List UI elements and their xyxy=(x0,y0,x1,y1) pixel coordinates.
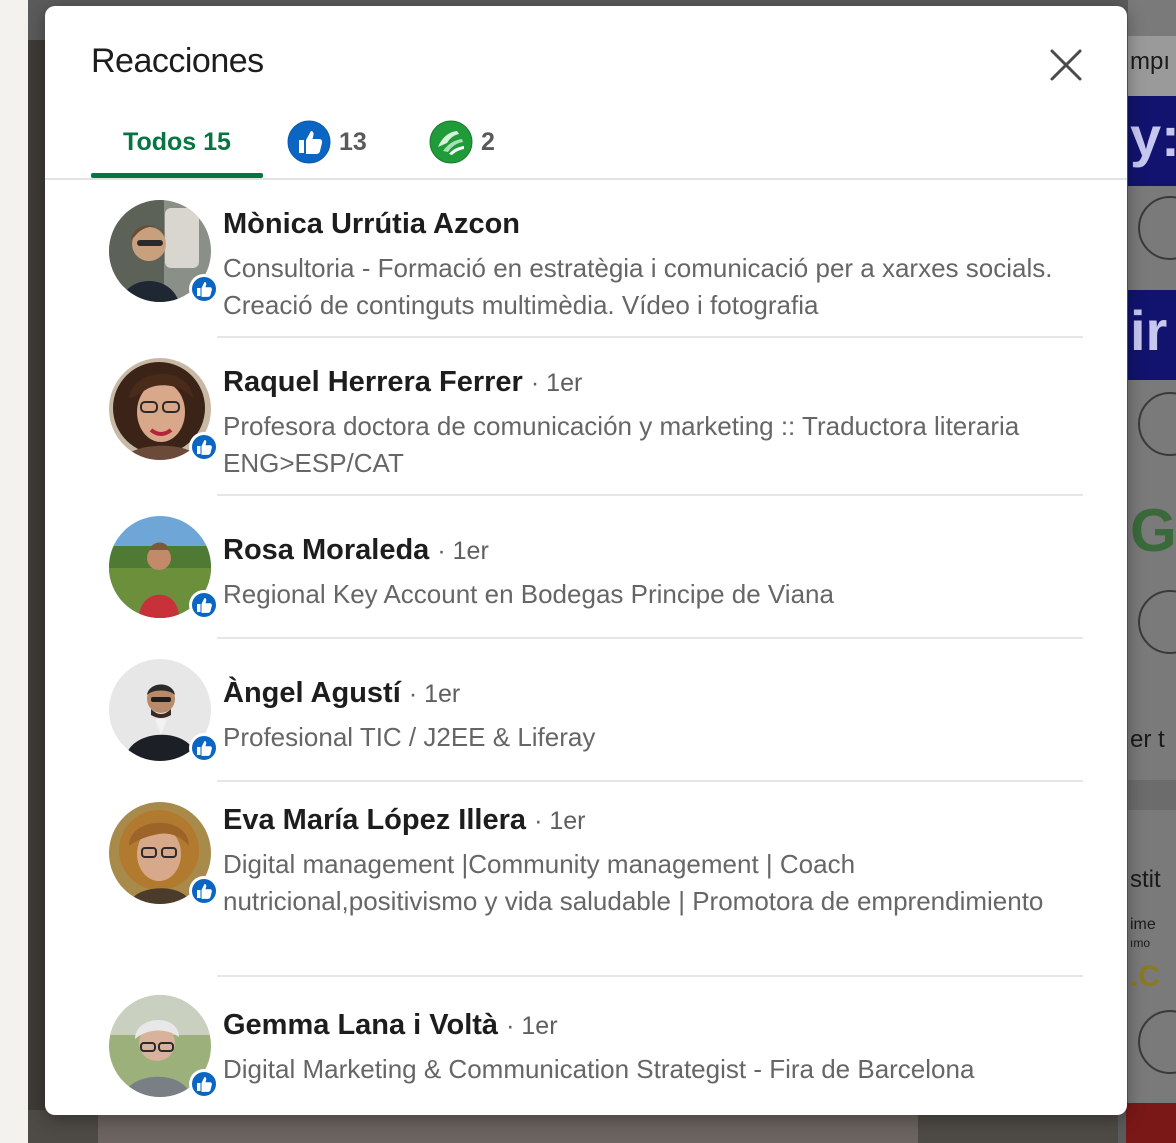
like-icon xyxy=(287,120,331,164)
connection-degree: · 1er xyxy=(530,369,583,397)
connection-degree: · 1er xyxy=(437,537,489,565)
reactor-headline: Consultoria - Formació en estratègia i c… xyxy=(223,253,1053,320)
like-icon xyxy=(190,734,218,762)
background-text: ımo xyxy=(1130,936,1151,950)
reactor-name[interactable]: Eva María López Illera xyxy=(223,804,526,836)
connection-degree: · 1er xyxy=(506,1012,558,1040)
reactor-headline: Regional Key Account en Bodegas Principe… xyxy=(223,579,834,609)
reactor-headline: Digital management |Community management… xyxy=(223,849,1044,916)
support-count: 2 xyxy=(481,127,495,156)
connection-degree: · 1er xyxy=(408,680,461,708)
reactor-headline: Digital Marketing & Communication Strate… xyxy=(223,1054,975,1084)
close-icon xyxy=(1050,49,1082,81)
tab-all-label: Todos 15 xyxy=(123,127,231,156)
reactor-name-line: Gemma Lana i Voltà · 1er xyxy=(223,1009,558,1042)
reactor-name[interactable]: Àngel Agustí xyxy=(223,677,401,709)
reactor-item[interactable]: Raquel Herrera Ferrer · 1er Profesora do… xyxy=(45,338,1127,496)
reactor-name-line: Rosa Moraleda · 1er xyxy=(223,534,489,567)
background-text: G xyxy=(1130,497,1176,564)
like-icon xyxy=(190,591,218,619)
modal-title: Reacciones xyxy=(91,42,264,80)
reaction-badge xyxy=(189,733,219,763)
reaction-badge xyxy=(189,876,219,906)
tab-all[interactable]: Todos 15 xyxy=(91,106,263,178)
reactor-item[interactable]: Àngel Agustí · 1er Profesional TIC / J2E… xyxy=(45,639,1127,782)
like-count: 13 xyxy=(339,127,367,156)
background-right-sidebar: mpı y: ir G er t stit ime ımo .C xyxy=(1126,0,1176,1143)
reactor-name-line: Eva María López Illera · 1er xyxy=(223,804,585,837)
reactor-name[interactable]: Rosa Moraleda xyxy=(223,534,429,566)
tab-support[interactable]: 2 xyxy=(429,106,495,178)
support-icon xyxy=(429,120,473,164)
reaction-badge xyxy=(189,590,219,620)
reaction-badge xyxy=(189,432,219,462)
reactor-item[interactable]: Rosa Moraleda · 1er Regional Key Account… xyxy=(45,496,1127,639)
reactor-name[interactable]: Gemma Lana i Voltà xyxy=(223,1009,498,1041)
reaction-badge xyxy=(189,1069,219,1099)
like-icon xyxy=(190,275,218,303)
reactor-name-line: Mònica Urrútia Azcon xyxy=(223,208,520,241)
reactor-item[interactable]: Gemma Lana i Voltà · 1er Digital Marketi… xyxy=(45,977,1127,1115)
background-text: .C xyxy=(1130,960,1160,993)
background-text: er t xyxy=(1130,726,1165,753)
close-button[interactable] xyxy=(1041,40,1091,90)
reaction-tabs: Todos 15 13 2 xyxy=(91,106,1127,178)
reaction-badge xyxy=(189,274,219,304)
connection-degree: · 1er xyxy=(534,807,586,835)
like-icon xyxy=(190,1070,218,1098)
reactor-headline: Profesional TIC / J2EE & Liferay xyxy=(223,722,596,752)
reactor-item[interactable]: Mònica Urrútia Azcon Consultoria - Forma… xyxy=(45,180,1127,338)
background-text: ime xyxy=(1130,916,1156,933)
background-text: ir xyxy=(1130,299,1168,362)
tab-like[interactable]: 13 xyxy=(287,106,367,178)
background-text: stit xyxy=(1130,866,1161,893)
background-text: y: xyxy=(1130,105,1176,168)
reactor-name-line: Àngel Agustí · 1er xyxy=(223,677,460,710)
reactor-name[interactable]: Mònica Urrútia Azcon xyxy=(223,208,520,240)
background-left-strip xyxy=(0,0,28,1143)
background-text: mpı xyxy=(1130,48,1171,75)
reactor-name[interactable]: Raquel Herrera Ferrer xyxy=(223,366,523,398)
reactor-name-line: Raquel Herrera Ferrer · 1er xyxy=(223,366,582,399)
reactions-modal: Reacciones Todos 15 13 2 Mònica Urrútia … xyxy=(45,6,1127,1115)
reactor-item[interactable]: Eva María López Illera · 1er Digital man… xyxy=(45,782,1127,977)
like-icon xyxy=(190,433,218,461)
reactor-headline: Profesora doctora de comunicación y mark… xyxy=(223,411,1020,478)
like-icon xyxy=(190,877,218,905)
